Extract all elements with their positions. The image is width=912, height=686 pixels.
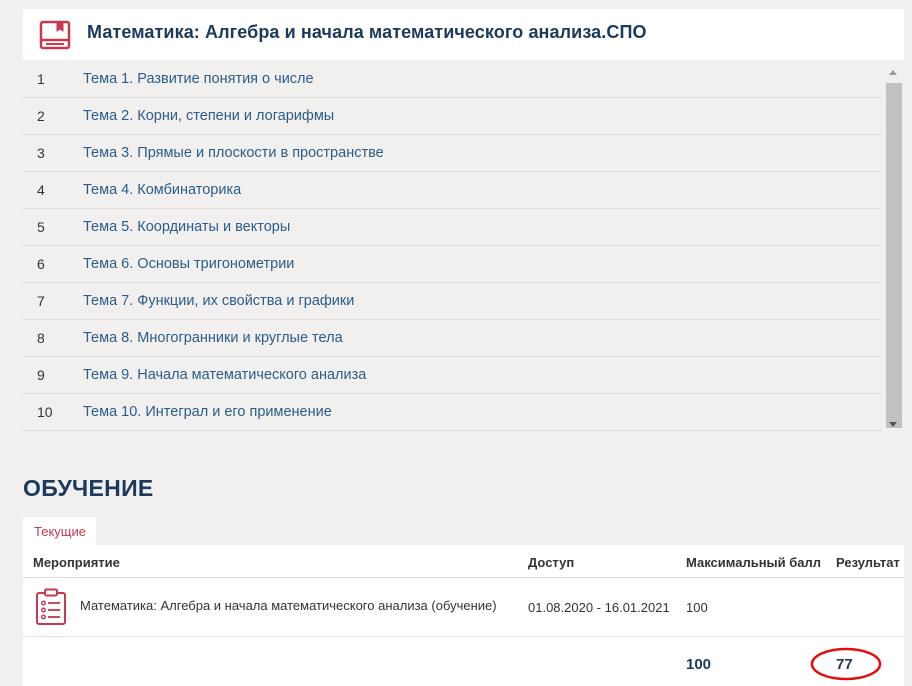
topic-number: 9 [37,367,45,383]
topic-link[interactable]: Тема 9. Начала математического анализа [83,367,366,383]
activity-name[interactable]: Математика: Алгебра и начала математичес… [80,598,497,613]
topic-row: 7 Тема 7. Функции, их свойства и графики [23,284,882,320]
clipboard-list-icon [36,588,66,625]
scroll-down-arrow-icon[interactable] [889,422,897,427]
topic-link[interactable]: Тема 1. Развитие понятия о числе [83,71,314,87]
topic-row: 8 Тема 8. Многогранники и круглые тела [23,321,882,357]
topic-number: 3 [37,145,45,161]
tab-current[interactable]: Текущие [23,517,96,545]
topic-number: 4 [37,182,45,198]
topic-row: 1 Тема 1. Развитие понятия о числе [23,62,882,98]
topic-link[interactable]: Тема 4. Комбинаторика [83,182,241,198]
topic-link[interactable]: Тема 8. Многогранники и круглые тела [83,330,343,346]
column-header-activity: Мероприятие [33,555,120,570]
divider [23,577,904,578]
topic-row: 9 Тема 9. Начала математического анализа [23,358,882,394]
course-title: Математика: Алгебра и начала математичес… [87,22,647,42]
topic-link[interactable]: Тема 2. Корни, степени и логарифмы [83,108,334,124]
column-header-result: Результат [836,555,900,570]
topic-link[interactable]: Тема 10. Интеграл и его применение [83,404,332,420]
topic-number: 1 [37,71,45,87]
topic-number: 2 [37,108,45,124]
column-header-access: Доступ [528,555,575,570]
topic-row: 6 Тема 6. Основы тригонометрии [23,247,882,283]
topic-link[interactable]: Тема 6. Основы тригонометрии [83,256,294,272]
scroll-up-arrow-icon[interactable] [889,70,897,75]
topic-row: 4 Тема 4. Комбинаторика [23,173,882,209]
topic-link[interactable]: Тема 5. Координаты и векторы [83,219,290,235]
topic-row: 2 Тема 2. Корни, степени и логарифмы [23,99,882,135]
scrollbar-thumb[interactable] [886,83,902,428]
topic-number: 7 [37,293,45,309]
book-icon [39,20,71,50]
topic-number: 8 [37,330,45,346]
tab-label: Текущие [34,524,86,539]
course-header: Математика: Алгебра и начала математичес… [23,9,904,60]
topic-list-scrollbar[interactable] [884,62,904,434]
topic-list: 1 Тема 1. Развитие понятия о числе 2 Тем… [23,62,882,432]
topic-row: 5 Тема 5. Координаты и векторы [23,210,882,246]
topic-number: 6 [37,256,45,272]
topic-link[interactable]: Тема 7. Функции, их свойства и графики [83,293,354,309]
topic-row: 10 Тема 10. Интеграл и его применение [23,395,882,431]
topic-row: 3 Тема 3. Прямые и плоскости в пространс… [23,136,882,172]
topic-link[interactable]: Тема 3. Прямые и плоскости в пространств… [83,145,384,161]
section-title: ОБУЧЕНИЕ [23,475,154,501]
max-score: 100 [686,600,708,615]
topic-number: 5 [37,219,45,235]
total-result: 77 [836,656,853,673]
divider [23,636,904,637]
column-header-max-score: Максимальный балл [686,555,822,570]
topic-number: 10 [37,404,53,420]
training-table: Мероприятие Доступ Максимальный балл Рез… [23,545,904,686]
access-period: 01.08.2020 - 16.01.2021 [528,600,670,615]
total-max-score: 100 [686,656,712,673]
